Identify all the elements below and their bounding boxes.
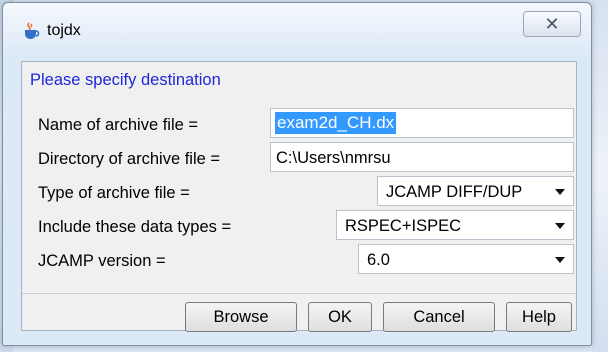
jcamp-version-value: 6.0 xyxy=(367,251,390,269)
cancel-button[interactable]: Cancel xyxy=(383,302,495,332)
close-button[interactable]: ✕ xyxy=(523,11,581,37)
form-panel: Please specify destination Name of archi… xyxy=(21,61,577,332)
dialog-window: tojdx ✕ Please specify destination Name … xyxy=(2,2,592,346)
datatypes-label: Include these data types = xyxy=(38,218,232,236)
archive-directory-input[interactable]: C:\Users\nmrsu xyxy=(270,142,574,172)
datatypes-select[interactable]: RSPEC+ISPEC xyxy=(336,210,574,240)
archive-directory-value: C:\Users\nmrsu xyxy=(276,149,391,167)
ok-button[interactable]: OK xyxy=(308,302,372,332)
archive-name-value: exam2d_CH.dx xyxy=(275,112,397,134)
window-title: tojdx xyxy=(47,22,81,39)
version-label: JCAMP version = xyxy=(38,252,166,270)
datatypes-value: RSPEC+ISPEC xyxy=(345,217,461,235)
type-label: Type of archive file = xyxy=(38,184,190,202)
java-coffee-icon xyxy=(21,21,41,41)
title-bar[interactable]: tojdx ✕ xyxy=(3,3,591,53)
chevron-down-icon xyxy=(555,189,565,195)
jcamp-version-select[interactable]: 6.0 xyxy=(358,244,574,274)
form-heading: Please specify destination xyxy=(30,71,221,89)
browse-button[interactable]: Browse xyxy=(185,302,297,332)
archive-type-value: JCAMP DIFF/DUP xyxy=(386,183,523,201)
chevron-down-icon xyxy=(555,223,565,229)
close-icon: ✕ xyxy=(544,13,560,35)
button-bar: Browse OK Cancel Help xyxy=(22,293,576,332)
archive-type-select[interactable]: JCAMP DIFF/DUP xyxy=(377,176,574,206)
directory-label: Directory of archive file = xyxy=(38,150,221,168)
archive-name-input[interactable]: exam2d_CH.dx xyxy=(270,108,574,138)
name-label: Name of archive file = xyxy=(38,116,199,134)
desktop-background-right xyxy=(592,0,608,352)
help-button[interactable]: Help xyxy=(506,302,572,332)
chevron-down-icon xyxy=(555,257,565,263)
